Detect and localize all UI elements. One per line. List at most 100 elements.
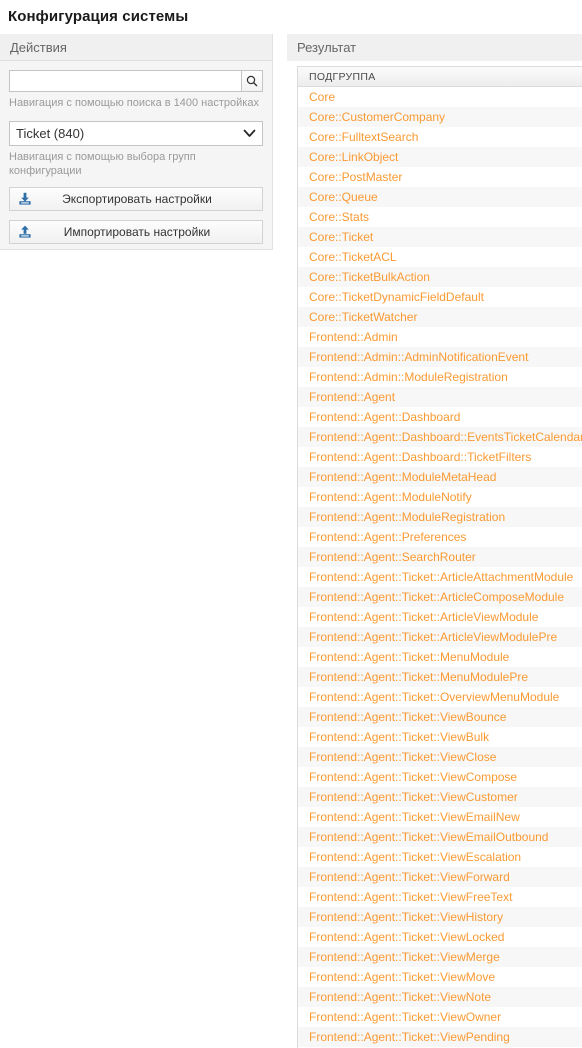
table-row[interactable]: Frontend::Agent::Ticket::ViewHistory [298, 907, 582, 927]
subgroup-link[interactable]: Frontend::Agent::Ticket::ViewForward [309, 870, 510, 884]
table-row[interactable]: Frontend::Admin [298, 327, 582, 347]
table-row[interactable]: Frontend::Agent::Ticket::ViewEscalation [298, 847, 582, 867]
subgroup-link[interactable]: Frontend::Agent::Ticket::ArticleViewModu… [309, 630, 557, 644]
subgroup-link[interactable]: Core::PostMaster [309, 170, 402, 184]
table-row[interactable]: Core::CustomerCompany [298, 107, 582, 127]
table-row[interactable]: Frontend::Agent::Ticket::ViewEmailOutbou… [298, 827, 582, 847]
table-row[interactable]: Frontend::Agent::Ticket::ViewCompose [298, 767, 582, 787]
table-row[interactable]: Frontend::Agent::Ticket::ViewPending [298, 1027, 582, 1047]
table-row[interactable]: Frontend::Agent::Ticket::OverviewMenuMod… [298, 687, 582, 707]
subgroup-link[interactable]: Core::TicketBulkAction [309, 270, 430, 284]
subgroup-link[interactable]: Frontend::Agent::Ticket::ViewEmailOutbou… [309, 830, 548, 844]
subgroup-link[interactable]: Frontend::Agent::Ticket::ViewLocked [309, 930, 504, 944]
table-row[interactable]: Core [298, 87, 582, 107]
subgroup-link[interactable]: Core::FulltextSearch [309, 130, 418, 144]
table-row[interactable]: Frontend::Agent [298, 387, 582, 407]
subgroup-link[interactable]: Frontend::Agent::Dashboard [309, 410, 460, 424]
table-row[interactable]: Core::Ticket [298, 227, 582, 247]
subgroup-link[interactable]: Core::TicketDynamicFieldDefault [309, 290, 484, 304]
export-settings-button[interactable]: Экспортировать настройки [9, 187, 263, 211]
table-row[interactable]: Frontend::Agent::SearchRouter [298, 547, 582, 567]
subgroup-link[interactable]: Frontend::Agent::Ticket::ViewCompose [309, 770, 517, 784]
table-row[interactable]: Frontend::Agent::Ticket::MenuModulePre [298, 667, 582, 687]
table-row[interactable]: Frontend::Admin::ModuleRegistration [298, 367, 582, 387]
table-row[interactable]: Frontend::Agent::Preferences [298, 527, 582, 547]
subgroup-link[interactable]: Core [309, 90, 335, 104]
table-row[interactable]: Frontend::Agent::Ticket::ViewBulk [298, 727, 582, 747]
subgroup-link[interactable]: Frontend::Agent::Ticket::OverviewMenuMod… [309, 690, 559, 704]
search-button[interactable] [241, 70, 263, 92]
subgroup-link[interactable]: Frontend::Agent::ModuleNotify [309, 490, 472, 504]
subgroup-link[interactable]: Frontend::Admin::ModuleRegistration [309, 370, 508, 384]
subgroup-link[interactable]: Frontend::Agent::Ticket::ViewCustomer [309, 790, 518, 804]
table-row[interactable]: Frontend::Agent::ModuleMetaHead [298, 467, 582, 487]
subgroup-link[interactable]: Core::Ticket [309, 230, 373, 244]
subgroup-link[interactable]: Frontend::Agent::Ticket::ViewBulk [309, 730, 489, 744]
subgroup-link[interactable]: Core::LinkObject [309, 150, 398, 164]
table-row[interactable]: Core::TicketDynamicFieldDefault [298, 287, 582, 307]
subgroup-link[interactable]: Core::CustomerCompany [309, 110, 445, 124]
subgroup-link[interactable]: Frontend::Agent::Preferences [309, 530, 466, 544]
subgroup-link[interactable]: Frontend::Agent::ModuleRegistration [309, 510, 505, 524]
subgroup-link[interactable]: Frontend::Agent::Dashboard::EventsTicket… [309, 430, 582, 444]
table-row[interactable]: Core::Stats [298, 207, 582, 227]
table-row[interactable]: Frontend::Agent::Ticket::ViewOwner [298, 1007, 582, 1027]
subgroup-link[interactable]: Core::Stats [309, 210, 369, 224]
subgroup-link[interactable]: Frontend::Agent::Ticket::ViewFreeText [309, 890, 512, 904]
table-row[interactable]: Frontend::Admin::AdminNotificationEvent [298, 347, 582, 367]
subgroup-link[interactable]: Frontend::Agent::Ticket::ViewHistory [309, 910, 503, 924]
table-row[interactable]: Frontend::Agent::Ticket::ViewClose [298, 747, 582, 767]
subgroup-link[interactable]: Frontend::Agent [309, 390, 395, 404]
table-row[interactable]: Core::TicketBulkAction [298, 267, 582, 287]
subgroup-link[interactable]: Frontend::Agent::Ticket::ViewNote [309, 990, 491, 1004]
table-row[interactable]: Core::LinkObject [298, 147, 582, 167]
table-row[interactable]: Frontend::Agent::Ticket::ArticleViewModu… [298, 627, 582, 647]
subgroup-link[interactable]: Frontend::Agent::Ticket::ViewPending [309, 1030, 510, 1044]
subgroup-link[interactable]: Frontend::Agent::Ticket::ViewBounce [309, 710, 506, 724]
table-row[interactable]: Frontend::Agent::Ticket::ViewFreeText [298, 887, 582, 907]
subgroup-link[interactable]: Frontend::Agent::SearchRouter [309, 550, 476, 564]
table-row[interactable]: Frontend::Agent::Ticket::ViewMerge [298, 947, 582, 967]
table-row[interactable]: Frontend::Agent::Ticket::ArticleComposeM… [298, 587, 582, 607]
subgroup-link[interactable]: Frontend::Agent::Ticket::ViewEmailNew [309, 810, 520, 824]
subgroup-link[interactable]: Frontend::Agent::Dashboard::TicketFilter… [309, 450, 531, 464]
table-row[interactable]: Frontend::Agent::ModuleNotify [298, 487, 582, 507]
table-row[interactable]: Frontend::Agent::Ticket::ViewEmailNew [298, 807, 582, 827]
table-row[interactable]: Frontend::Agent::ModuleRegistration [298, 507, 582, 527]
table-row[interactable]: Frontend::Agent::Ticket::ArticleViewModu… [298, 607, 582, 627]
table-row[interactable]: Core::FulltextSearch [298, 127, 582, 147]
table-row[interactable]: Frontend::Agent::Ticket::ViewCustomer [298, 787, 582, 807]
table-row[interactable]: Frontend::Agent::Dashboard [298, 407, 582, 427]
subgroup-link[interactable]: Frontend::Admin::AdminNotificationEvent [309, 350, 528, 364]
subgroup-link[interactable]: Core::TicketACL [309, 250, 397, 264]
subgroup-link[interactable]: Frontend::Agent::Ticket::MenuModulePre [309, 670, 528, 684]
subgroup-link[interactable]: Frontend::Agent::Ticket::ViewMove [309, 970, 495, 984]
subgroup-link[interactable]: Frontend::Admin [309, 330, 398, 344]
subgroup-link[interactable]: Frontend::Agent::Ticket::ArticleComposeM… [309, 590, 564, 604]
subgroup-link[interactable]: Frontend::Agent::Ticket::ViewMerge [309, 950, 500, 964]
subgroup-link[interactable]: Frontend::Agent::Ticket::MenuModule [309, 650, 509, 664]
import-settings-button[interactable]: Импортировать настройки [9, 220, 263, 244]
subgroup-link[interactable]: Frontend::Agent::Ticket::ViewOwner [309, 1010, 501, 1024]
table-row[interactable]: Frontend::Agent::Ticket::ViewLocked [298, 927, 582, 947]
subgroup-link[interactable]: Frontend::Agent::Ticket::ViewClose [309, 750, 496, 764]
table-row[interactable]: Core::TicketACL [298, 247, 582, 267]
table-row[interactable]: Frontend::Agent::Ticket::ArticleAttachme… [298, 567, 582, 587]
table-row[interactable]: Frontend::Agent::Ticket::ViewNote [298, 987, 582, 1007]
subgroup-link[interactable]: Frontend::Agent::Ticket::ViewEscalation [309, 850, 521, 864]
subgroup-link[interactable]: Frontend::Agent::Ticket::ArticleViewModu… [309, 610, 538, 624]
table-row[interactable]: Frontend::Agent::Ticket::ViewForward [298, 867, 582, 887]
table-row[interactable]: Core::PostMaster [298, 167, 582, 187]
table-row[interactable]: Core::TicketWatcher [298, 307, 582, 327]
subgroup-link[interactable]: Core::Queue [309, 190, 378, 204]
table-row[interactable]: Frontend::Agent::Dashboard::TicketFilter… [298, 447, 582, 467]
search-input[interactable] [9, 70, 241, 92]
group-select[interactable]: Ticket (840) [9, 121, 263, 146]
table-row[interactable]: Frontend::Agent::Ticket::MenuModule [298, 647, 582, 667]
table-row[interactable]: Frontend::Agent::Ticket::ViewMove [298, 967, 582, 987]
table-row[interactable]: Frontend::Agent::Ticket::ViewBounce [298, 707, 582, 727]
table-row[interactable]: Frontend::Agent::Dashboard::EventsTicket… [298, 427, 582, 447]
subgroup-link[interactable]: Frontend::Agent::Ticket::ArticleAttachme… [309, 570, 573, 584]
subgroup-link[interactable]: Core::TicketWatcher [309, 310, 417, 324]
table-row[interactable]: Core::Queue [298, 187, 582, 207]
